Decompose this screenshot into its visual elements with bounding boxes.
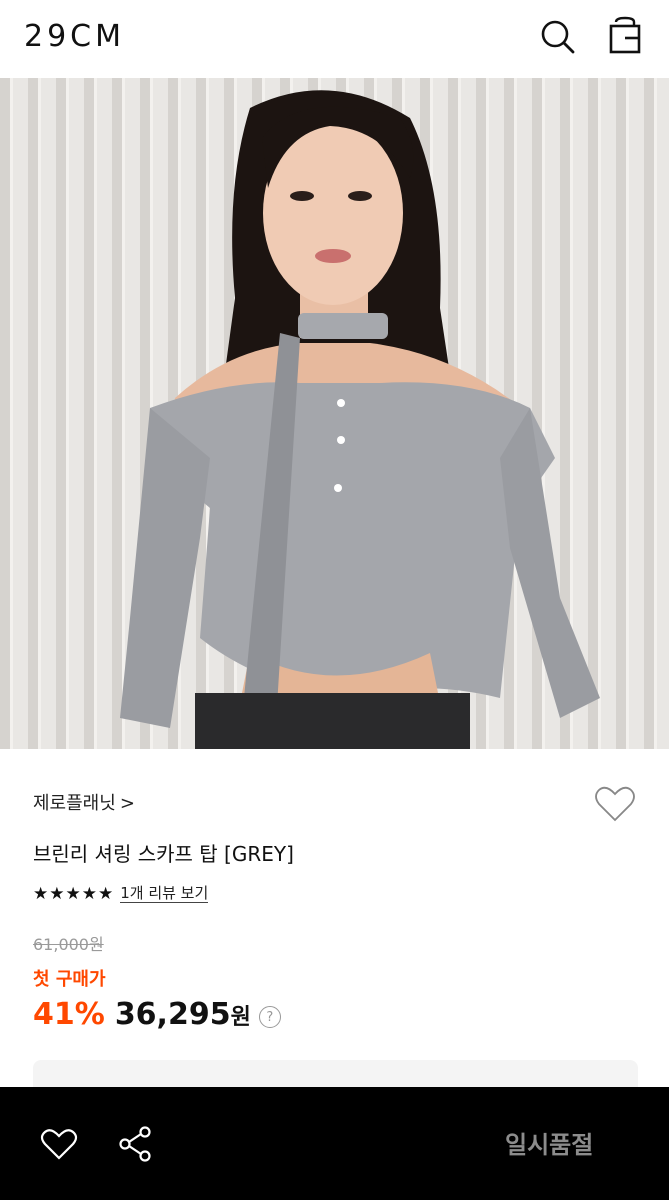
logo[interactable]: 29CM <box>24 19 125 54</box>
review-link[interactable]: 1개 리뷰 보기 <box>120 885 209 903</box>
price-unit: 원 <box>230 1005 251 1030</box>
help-icon[interactable]: ? <box>258 1006 281 1028</box>
soldout-label: 일시품절 <box>505 1131 594 1159</box>
search-icon[interactable] <box>538 16 576 56</box>
rating-row: ★★★★★ 1개 리뷰 보기 <box>33 883 209 905</box>
sale-price: 36,295 <box>114 997 231 1032</box>
product-name: 브린리 셔링 스카프 탑 [GREY] <box>33 842 294 866</box>
brand-name: 제로플래닛 <box>33 793 116 814</box>
share-icon[interactable] <box>117 1125 155 1163</box>
top-header: 29CM <box>0 0 669 78</box>
chevron-right-icon: > <box>119 793 135 814</box>
bottom-action-bar: 일시품절 <box>0 1087 669 1200</box>
original-price: 61,000원 <box>33 935 104 954</box>
brand-link[interactable]: 제로플래닛 > <box>33 789 135 815</box>
heart-icon[interactable] <box>40 1127 78 1161</box>
wishlist-heart-icon[interactable] <box>594 785 636 823</box>
shopping-bag-icon[interactable] <box>606 16 644 56</box>
first-purchase-label: 첫 구매가 <box>33 969 106 990</box>
star-rating: ★★★★★ <box>33 884 115 904</box>
price-line: 41% 36,295 원 ? <box>33 997 281 1037</box>
product-image[interactable] <box>0 78 669 749</box>
product-info: 제로플래닛 > 브린리 셔링 스카프 탑 [GREY] ★★★★★ 1개 리뷰 보… <box>0 749 669 1100</box>
discount-rate: 41% <box>33 997 105 1032</box>
